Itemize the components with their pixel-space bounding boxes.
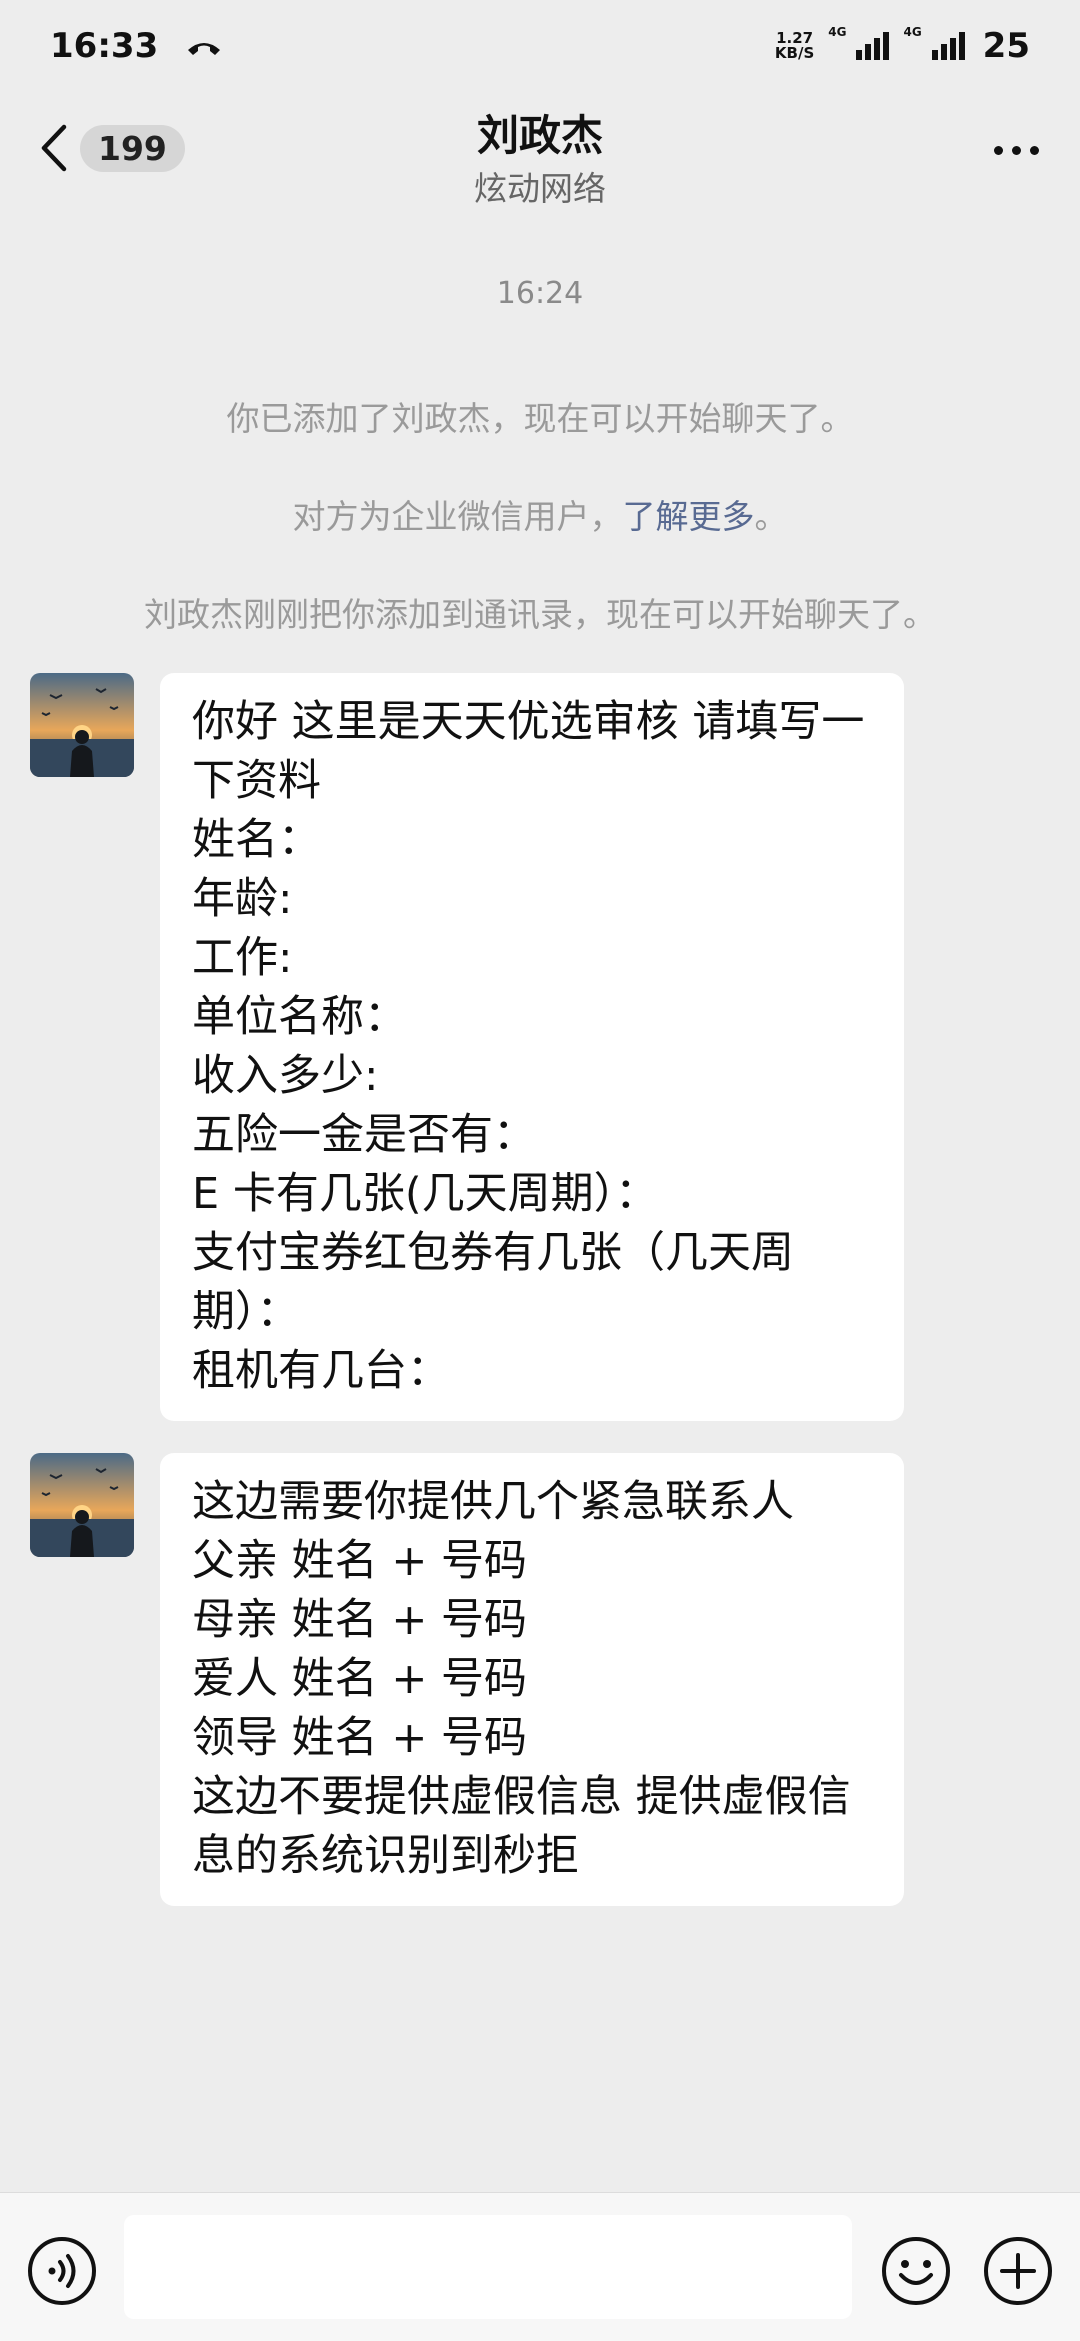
message-bubble-2[interactable]: 这边需要你提供几个紧急联系人 父亲 姓名 + 号码 母亲 姓名 + 号码 爱人 … (160, 1453, 904, 1906)
status-time: 16:33 (50, 26, 159, 66)
message-input[interactable] (124, 2215, 852, 2319)
message-line: 姓名： (192, 815, 321, 865)
voice-button[interactable] (26, 2235, 98, 2307)
avatar-image (30, 1453, 134, 1557)
message-line: 租机有几台： (192, 1346, 450, 1396)
phone-call-icon (188, 43, 221, 55)
emoji-icon (882, 2237, 950, 2305)
system-message-enterprise-text: 对方为企业微信用户， (292, 497, 623, 536)
message-line: 下资料 (192, 756, 321, 806)
avatar-image (30, 673, 134, 777)
contact-avatar[interactable] (30, 1453, 134, 1557)
more-options-button[interactable] (986, 130, 1046, 170)
contact-company-subtitle: 炫动网络 (474, 169, 606, 208)
emoji-button[interactable] (880, 2235, 952, 2307)
network-speed-unit: KB/S (774, 44, 815, 62)
more-functions-button[interactable] (982, 2235, 1054, 2307)
network-speed: 1.27 KB/S (775, 31, 814, 61)
more-dots-icon (993, 145, 1003, 155)
battery-level: 25 (982, 26, 1030, 66)
message-line: 这边需要你提供几个紧急联系人 (192, 1477, 794, 1527)
system-message-contacts: 刘政杰刚刚把你添加到通讯录，现在可以开始聊天了。 (144, 595, 936, 634)
status-right: 1.27 KB/S 4G 4G 25 (775, 25, 1030, 66)
message-line: 你好 这里是天天优选审核 请填写一 (192, 697, 865, 747)
message-line: E 卡有几张(几天周期）： (192, 1169, 659, 1219)
message-line: 支付宝券红包券有几张（几天周 (192, 1228, 794, 1278)
message-line: 爱人 姓名 + 号码 (192, 1654, 528, 1704)
message-bubble-1[interactable]: 你好 这里是天天优选审核 请填写一 下资料 姓名： 年龄: 工作: 单位名称： … (160, 673, 904, 1421)
learn-more-link[interactable]: 了解更多 (623, 497, 755, 536)
plus-icon (984, 2237, 1052, 2305)
more-dots-icon (1011, 145, 1021, 155)
message-line: 单位名称： (192, 992, 407, 1042)
system-message-added: 你已添加了刘政杰，现在可以开始聊天了。 (226, 399, 854, 438)
system-message-enterprise-end: 。 (754, 497, 788, 536)
message-line: 年龄: (192, 874, 293, 924)
chat-header: 199 刘政杰 炫动网络 (0, 92, 1080, 222)
status-bar: 16:33 1.27 KB/S 4G 4G 25 (0, 0, 1080, 92)
signal-2-label: 4G (903, 25, 922, 39)
more-dots-icon (1029, 145, 1039, 155)
voice-icon (28, 2237, 96, 2305)
message-line: 父亲 姓名 + 号码 (192, 1536, 528, 1586)
message-line: 期）： (192, 1287, 300, 1337)
message-line: 收入多少: (192, 1051, 379, 1101)
message-line: 母亲 姓名 + 号码 (192, 1595, 528, 1645)
signal-1-icon (856, 32, 890, 60)
signal-2-icon (931, 32, 965, 60)
message-input-bar (0, 2192, 1080, 2341)
message-line: 息的系统识别到秒拒 (192, 1831, 579, 1881)
contact-name-title: 刘政杰 (476, 111, 603, 160)
message-line: 工作: (192, 933, 293, 983)
signal-1-label: 4G (828, 25, 847, 39)
status-left: 16:33 (50, 26, 224, 66)
message-line: 五险一金是否有： (192, 1110, 536, 1160)
contact-avatar[interactable] (30, 673, 134, 777)
message-timestamp: 16:24 (496, 276, 584, 311)
system-message-enterprise: 对方为企业微信用户，了解更多。 (0, 490, 1080, 538)
message-line: 这边不要提供虚假信息 提供虚假信 (192, 1772, 851, 1822)
message-line: 领导 姓名 + 号码 (192, 1713, 528, 1763)
